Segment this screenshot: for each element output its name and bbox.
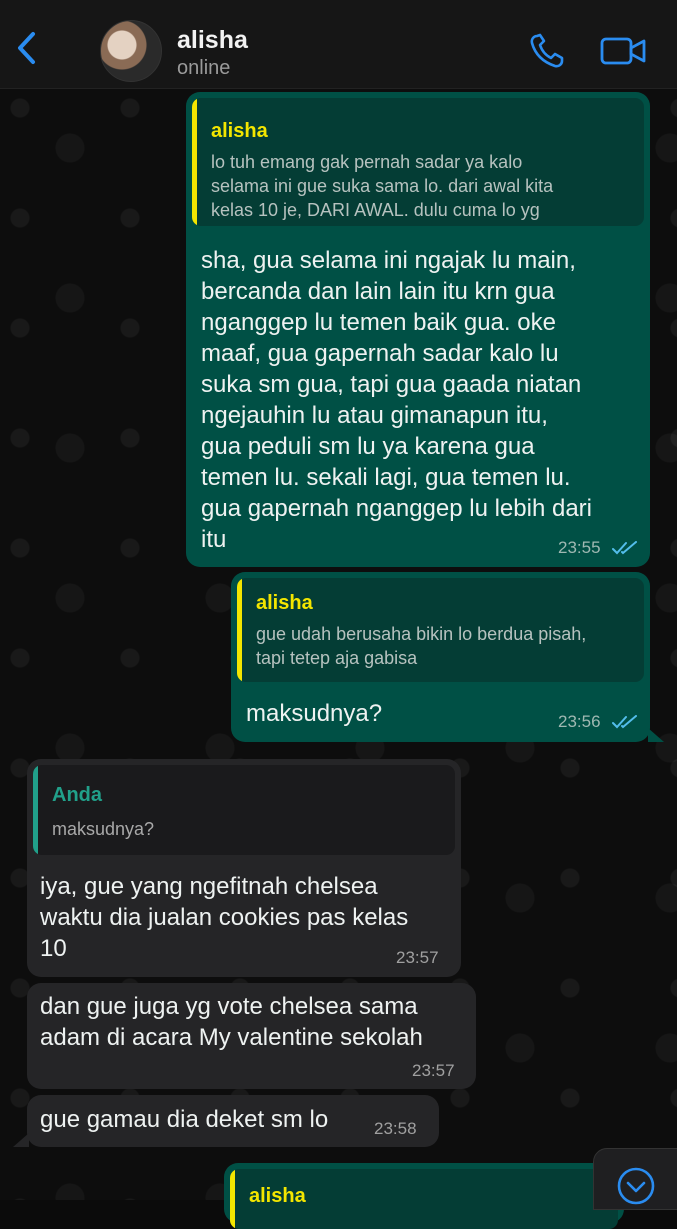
- quote-line: gue udah berusaha bikin lo berdua pisah,: [256, 624, 587, 644]
- scroll-to-bottom-button[interactable]: [593, 1148, 677, 1210]
- message-line: iya, gue yang ngefitnah chelsea: [40, 873, 378, 900]
- contact-name[interactable]: alisha: [177, 26, 248, 55]
- quote-author: alisha: [256, 592, 313, 614]
- quoted-message[interactable]: alisha: [230, 1169, 618, 1229]
- message-bubble-incoming[interactable]: Anda maksudnya? iya, gue yang ngefitnah …: [27, 759, 461, 977]
- message-bubble-outgoing[interactable]: alisha gue udah berusaha bikin lo berdua…: [231, 572, 650, 742]
- quote-line: tapi tetep aja gabisa: [256, 648, 418, 668]
- message-line: itu: [201, 526, 227, 553]
- quoted-message[interactable]: alisha gue udah berusaha bikin lo berdua…: [237, 578, 644, 682]
- message-line: nganggep lu temen baik gua. oke: [201, 309, 556, 336]
- message-line: dan gue juga yg vote chelsea sama: [40, 993, 418, 1020]
- message-line: ngejauhin lu atau gimanapun itu,: [201, 402, 548, 429]
- message-line: maksudnya?: [246, 700, 383, 727]
- message-bubble-incoming[interactable]: gue gamau dia deket sm lo 23:58: [27, 1095, 439, 1147]
- bubble-tail: [13, 1133, 29, 1147]
- message-bubble-outgoing[interactable]: alisha lo tuh emang gak pernah sadar ya …: [186, 92, 650, 567]
- message-line: suka sm gua, tapi gua gaada niatan: [201, 371, 582, 398]
- quote-bar: [33, 765, 38, 855]
- message-time: 23:58: [374, 1119, 417, 1138]
- quote-author: Anda: [52, 784, 102, 806]
- avatar[interactable]: [100, 20, 162, 82]
- message-line: temen lu. sekali lagi, gua temen lu.: [201, 464, 571, 491]
- quote-line: maksudnya?: [52, 819, 155, 839]
- message-line: maaf, gua gapernah sadar kalo lu: [201, 340, 559, 367]
- bubble-tail: [648, 728, 664, 742]
- quote-line: lo tuh emang gak pernah sadar ya kalo: [211, 152, 523, 172]
- message-line: gua gapernah nganggep lu lebih dari: [201, 495, 592, 522]
- message-line: sha, gua selama ini ngajak lu main,: [201, 247, 576, 274]
- message-bubble-outgoing[interactable]: alisha: [224, 1163, 624, 1229]
- message-line: adam di acara My valentine sekolah: [40, 1024, 423, 1051]
- message-line: gue gamau dia deket sm lo: [40, 1106, 329, 1133]
- message-time: 23:57: [412, 1061, 455, 1080]
- quoted-message[interactable]: alisha lo tuh emang gak pernah sadar ya …: [192, 98, 644, 226]
- video-camera-icon[interactable]: [600, 36, 646, 66]
- chevron-down-circle-icon: [617, 1167, 655, 1205]
- chevron-left-icon[interactable]: [12, 30, 42, 66]
- message-line: waktu dia jualan cookies pas kelas: [40, 904, 409, 931]
- quote-author: alisha: [249, 1185, 306, 1207]
- contact-status: online: [177, 57, 231, 79]
- phone-icon[interactable]: [528, 33, 566, 69]
- quoted-message[interactable]: Anda maksudnya?: [33, 765, 455, 855]
- message-line: bercanda dan lain lain itu krn gua: [201, 278, 555, 305]
- message-bubble-incoming[interactable]: dan gue juga yg vote chelsea sama adam d…: [27, 983, 476, 1089]
- quote-author: alisha: [211, 120, 268, 142]
- quote-line: kelas 10 je, DARI AWAL. dulu cuma lo yg: [211, 200, 540, 220]
- quote-bar: [230, 1169, 235, 1229]
- quote-bar: [192, 98, 197, 226]
- message-line: gua peduli sm lu ya karena gua: [201, 433, 535, 460]
- read-receipt-icon: [612, 715, 637, 729]
- message-time: 23:55: [558, 538, 601, 557]
- quote-line: selama ini gue suka sama lo. dari awal k…: [211, 176, 554, 196]
- message-time: 23:56: [558, 712, 601, 731]
- read-receipt-icon: [612, 541, 637, 555]
- message-time: 23:57: [396, 948, 439, 967]
- message-line: 10: [40, 935, 67, 962]
- chat-header: alisha online: [0, 0, 677, 89]
- quote-bar: [237, 578, 242, 682]
